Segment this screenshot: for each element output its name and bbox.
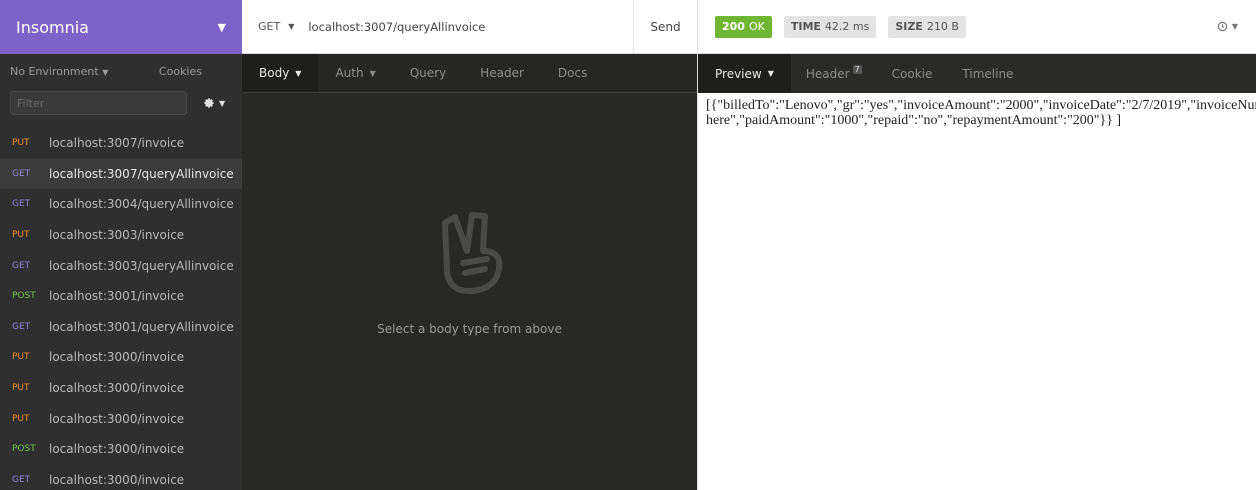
sidebar-request-item[interactable]: GET localhost:3007/queryAllinvoice bbox=[0, 158, 242, 190]
sidebar-request-item[interactable]: PUT localhost:3000/invoice bbox=[0, 342, 242, 373]
request-method-label: PUT bbox=[12, 413, 30, 424]
response-preview: [{"billedTo":"Lenovo","gr":"yes","invoic… bbox=[698, 93, 1256, 133]
request-method-label: GET bbox=[12, 474, 31, 485]
method-selector[interactable]: GET ▼ bbox=[258, 20, 294, 33]
time-label: TIME bbox=[790, 20, 821, 33]
chevron-down-icon: ▼ bbox=[219, 98, 226, 108]
environment-selector[interactable]: No Environment ▼ bbox=[10, 65, 108, 78]
method-label: GET bbox=[258, 20, 281, 33]
clock-icon bbox=[1217, 21, 1228, 32]
request-list: PUT localhost:3007/invoice GET localhost:30… bbox=[0, 128, 242, 490]
request-tabs: Body ▼ Auth ▼ Query Header Docs bbox=[242, 54, 697, 93]
chevron-down-icon: ▼ bbox=[217, 20, 226, 34]
status-text: OK bbox=[748, 20, 765, 33]
peace-hand-icon bbox=[442, 212, 503, 294]
chevron-down-icon: ▼ bbox=[288, 22, 295, 31]
request-url-label: localhost:3000/invoice bbox=[49, 350, 185, 365]
request-method-label: POST bbox=[12, 444, 36, 455]
request-method-label: PUT bbox=[12, 352, 30, 363]
chevron-down-icon: ▼ bbox=[369, 68, 376, 78]
size-badge: SIZE 210 B bbox=[888, 15, 966, 38]
sidebar-request-item[interactable]: POST localhost:3000/invoice bbox=[0, 434, 242, 465]
request-method-label: GET bbox=[12, 321, 31, 332]
sidebar: Insomnia ▼ No Environment ▼ Cookies ▼ PU… bbox=[0, 0, 242, 490]
response-body-line: here","paidAmount":"1000","repaid":"no",… bbox=[706, 113, 1122, 128]
size-value: 210 B bbox=[926, 20, 959, 33]
url-input[interactable]: localhost:3007/queryAllinvoice bbox=[308, 20, 633, 34]
request-method-label: PUT bbox=[12, 138, 30, 149]
environment-row: No Environment ▼ Cookies bbox=[0, 54, 242, 88]
sidebar-request-item[interactable]: PUT localhost:3000/invoice bbox=[0, 373, 242, 404]
response-body-line: [{"billedTo":"Lenovo","gr":"yes","invoic… bbox=[706, 98, 1256, 113]
request-method-label: POST bbox=[12, 291, 36, 302]
filter-row: ▼ bbox=[0, 88, 242, 118]
request-panel: GET ▼ localhost:3007/queryAllinvoice Sen… bbox=[242, 0, 697, 490]
request-url-label: localhost:3000/invoice bbox=[49, 442, 185, 457]
header-count-badge: 7 bbox=[852, 65, 862, 74]
workspace-selector[interactable]: Insomnia ▼ bbox=[0, 0, 242, 54]
sidebar-request-item[interactable]: GET localhost:3000/invoice bbox=[0, 465, 242, 490]
tab-auth-label: Auth bbox=[335, 66, 364, 80]
cookies-button[interactable]: Cookies bbox=[159, 65, 202, 78]
request-url-label: localhost:3007/invoice bbox=[49, 136, 185, 151]
empty-body-message: Select a body type from above bbox=[377, 322, 562, 336]
request-method-label: PUT bbox=[12, 383, 30, 394]
sidebar-request-item[interactable]: PUT localhost:3003/invoice bbox=[0, 220, 242, 251]
send-button[interactable]: Send bbox=[633, 0, 697, 53]
request-url-label: localhost:3004/queryAllinvoice bbox=[49, 197, 234, 212]
tab-body-label: Body bbox=[259, 66, 290, 80]
time-badge: TIME 42.2 ms bbox=[783, 15, 877, 38]
chevron-down-icon: ▼ bbox=[767, 69, 774, 78]
tab-preview-label: Preview bbox=[715, 66, 762, 81]
tab-response-header[interactable]: Header 7 bbox=[791, 54, 877, 93]
chevron-down-icon: ▼ bbox=[1231, 22, 1238, 31]
chevron-down-icon: ▼ bbox=[295, 68, 302, 78]
sidebar-request-item[interactable]: GET localhost:3003/queryAllinvoice bbox=[0, 250, 242, 281]
chevron-down-icon: ▼ bbox=[102, 67, 109, 77]
request-url-label: localhost:3000/invoice bbox=[49, 411, 185, 426]
request-url-label: localhost:3001/queryAllinvoice bbox=[49, 319, 234, 334]
gear-icon bbox=[204, 98, 214, 108]
request-url-label: localhost:3000/invoice bbox=[49, 381, 185, 396]
tab-header[interactable]: Header bbox=[463, 54, 541, 92]
sidebar-request-item[interactable]: GET localhost:3004/queryAllinvoice bbox=[0, 189, 242, 220]
environment-label: No Environment bbox=[10, 64, 99, 78]
response-status-bar: 200 OK TIME 42.2 ms SIZE 210 B ▼ bbox=[698, 0, 1256, 54]
filter-input[interactable] bbox=[10, 91, 187, 115]
settings-menu-button[interactable]: ▼ bbox=[203, 97, 225, 109]
request-url-label: localhost:3000/invoice bbox=[49, 472, 185, 487]
sidebar-request-item[interactable]: POST localhost:3001/invoice bbox=[0, 281, 242, 312]
request-url-label: localhost:3003/queryAllinvoice bbox=[49, 258, 234, 273]
status-code: 200 bbox=[722, 20, 745, 33]
sidebar-request-item[interactable]: PUT localhost:3007/invoice bbox=[0, 128, 242, 159]
request-method-label: GET bbox=[12, 199, 31, 210]
time-value: 42.2 ms bbox=[824, 20, 870, 33]
url-bar: GET ▼ localhost:3007/queryAllinvoice Sen… bbox=[242, 0, 697, 54]
request-url-label: localhost:3001/invoice bbox=[49, 289, 185, 304]
response-panel: 200 OK TIME 42.2 ms SIZE 210 B ▼ Preview ▼ H… bbox=[697, 0, 1256, 490]
status-badge: 200 OK bbox=[715, 15, 772, 38]
tab-auth[interactable]: Auth ▼ bbox=[318, 54, 392, 92]
tab-header-label: Header bbox=[805, 66, 850, 81]
size-label: SIZE bbox=[895, 20, 923, 33]
tab-docs[interactable]: Docs bbox=[541, 54, 604, 92]
request-method-label: PUT bbox=[12, 230, 30, 241]
tab-timeline[interactable]: Timeline bbox=[947, 54, 1028, 93]
history-button[interactable]: ▼ bbox=[1217, 21, 1238, 32]
tab-cookie[interactable]: Cookie bbox=[877, 54, 948, 93]
request-method-label: GET bbox=[12, 260, 31, 271]
tab-query[interactable]: Query bbox=[393, 54, 463, 92]
request-url-label: localhost:3007/queryAllinvoice bbox=[49, 166, 234, 181]
tab-preview[interactable]: Preview ▼ bbox=[698, 54, 791, 93]
app-name: Insomnia bbox=[16, 17, 89, 37]
response-tabs: Preview ▼ Header 7 Cookie Timeline bbox=[698, 54, 1256, 93]
sidebar-request-item[interactable]: PUT localhost:3000/invoice bbox=[0, 403, 242, 434]
tab-body[interactable]: Body ▼ bbox=[242, 54, 319, 92]
request-url-label: localhost:3003/invoice bbox=[49, 228, 185, 243]
request-method-label: GET bbox=[12, 168, 31, 179]
sidebar-request-item[interactable]: GET localhost:3001/queryAllinvoice bbox=[0, 312, 242, 343]
